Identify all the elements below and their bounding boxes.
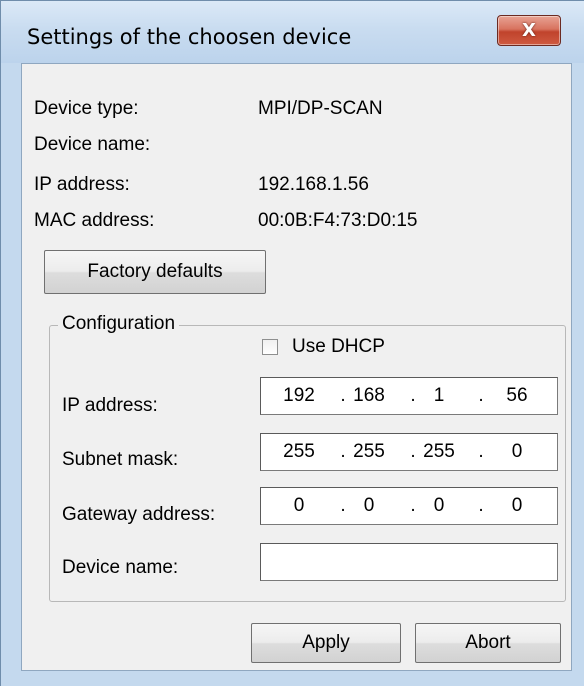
- settings-dialog: Settings of the choosen device X Device …: [0, 0, 584, 686]
- gateway-octet: 0: [293, 495, 305, 516]
- gateway-address-label: Gateway address:: [62, 504, 216, 525]
- subnet-octet: 255: [423, 441, 455, 462]
- octet-separator: .: [478, 441, 484, 462]
- subnet-mask-label: Subnet mask:: [62, 449, 179, 470]
- close-icon: X: [522, 20, 536, 41]
- ip-octet: 168: [353, 385, 385, 406]
- gateway-octet: 0: [511, 495, 523, 516]
- subnet-octet: 0: [511, 441, 523, 462]
- config-ip-label: IP address:: [62, 395, 158, 416]
- ip-address-field[interactable]: 192 . 168 . 1 . 56: [260, 377, 558, 415]
- subnet-mask-field[interactable]: 255 . 255 . 255 . 0: [260, 433, 558, 471]
- device-name-field[interactable]: [260, 543, 558, 581]
- ip-octet: 56: [506, 385, 528, 406]
- mac-address-value: 00:0B:F4:73:D0:15: [258, 210, 418, 231]
- apply-button[interactable]: Apply: [251, 623, 401, 663]
- mac-address-label: MAC address:: [34, 210, 155, 231]
- subnet-octet: 255: [353, 441, 385, 462]
- ip-address-label: IP address:: [34, 174, 130, 195]
- config-device-name-label: Device name:: [62, 557, 179, 578]
- gateway-address-field[interactable]: 0 . 0 . 0 . 0: [260, 487, 558, 525]
- octet-separator: .: [478, 385, 484, 406]
- ip-octet: 192: [283, 385, 315, 406]
- gateway-octet: 0: [363, 495, 375, 516]
- configuration-group-label: Configuration: [58, 313, 180, 335]
- device-name-label: Device name:: [34, 134, 151, 155]
- close-button[interactable]: X: [497, 15, 561, 46]
- ip-octet: 1: [433, 385, 445, 406]
- use-dhcp-label[interactable]: Use DHCP: [292, 336, 385, 358]
- ip-address-value: 192.168.1.56: [258, 174, 369, 195]
- window-title: Settings of the choosen device: [27, 25, 352, 49]
- subnet-octet: 255: [283, 441, 315, 462]
- factory-defaults-button[interactable]: Factory defaults: [44, 250, 266, 294]
- device-type-value: MPI/DP-SCAN: [258, 98, 383, 119]
- use-dhcp-checkbox[interactable]: [262, 339, 278, 355]
- device-type-label: Device type:: [34, 98, 139, 119]
- octet-separator: .: [478, 495, 484, 516]
- title-bar[interactable]: Settings of the choosen device X: [1, 1, 584, 63]
- dialog-client-area: Device type: MPI/DP-SCAN Device name: IP…: [21, 63, 572, 671]
- abort-button[interactable]: Abort: [415, 623, 561, 663]
- gateway-octet: 0: [433, 495, 445, 516]
